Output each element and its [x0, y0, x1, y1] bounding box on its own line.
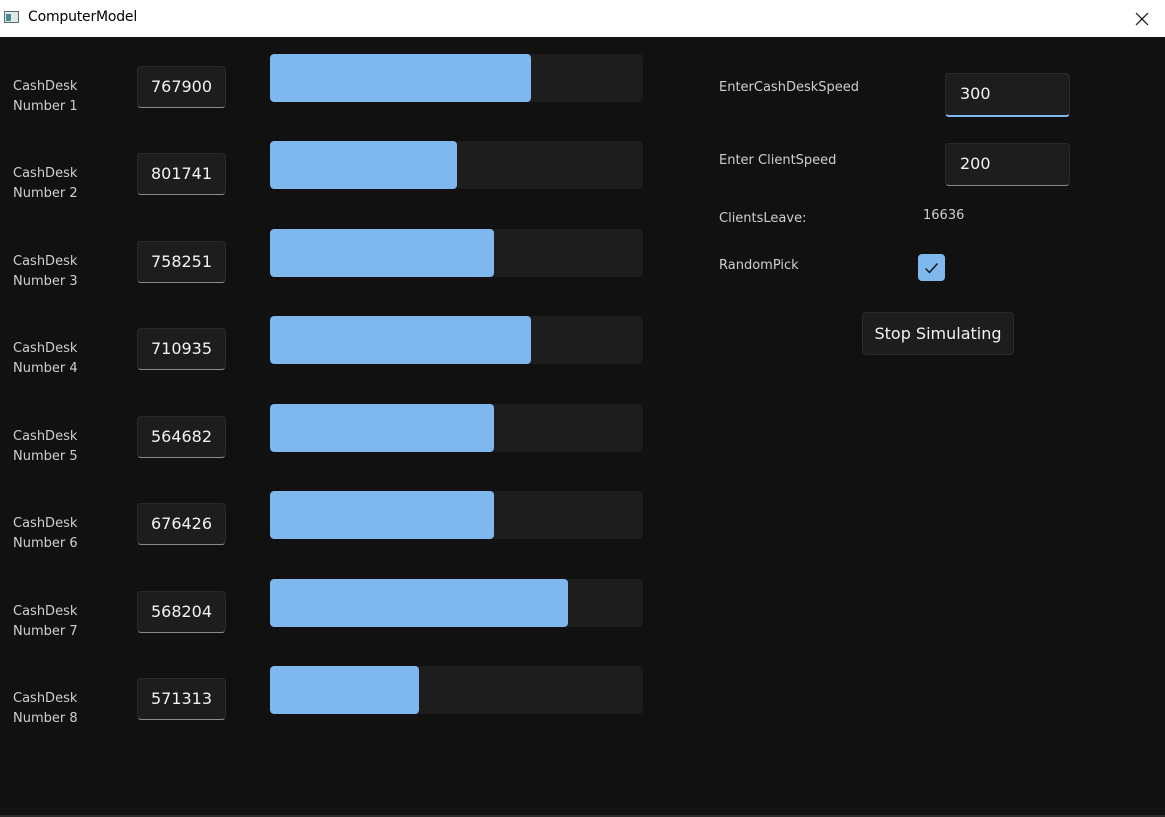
cash-desk-row-3: CashDesk Number 3 758251 [0, 229, 660, 312]
cash-desk-progress-bar [270, 666, 643, 714]
random-pick-checkbox[interactable] [918, 254, 945, 281]
cash-desk-progress-bar [270, 54, 643, 102]
close-button[interactable] [1119, 0, 1165, 37]
cashdesk-speed-input[interactable]: 300 [945, 73, 1070, 117]
window-title: ComputerModel [28, 9, 138, 25]
progress-fill [270, 666, 420, 714]
cash-desk-value: 758251 [137, 241, 226, 283]
cash-desk-value: 676426 [137, 503, 226, 545]
cash-desk-progress-bar [270, 316, 643, 364]
stop-simulating-button[interactable]: Stop Simulating [862, 312, 1014, 355]
progress-fill [270, 54, 532, 102]
progress-fill [270, 579, 569, 627]
cash-desk-progress-bar [270, 229, 643, 277]
cash-desk-progress-bar [270, 491, 643, 539]
cash-desk-value: 767900 [137, 66, 226, 108]
cash-desk-progress-bar [270, 404, 643, 452]
cash-desk-label: CashDesk Number 4 [13, 341, 78, 376]
cash-desk-label: CashDesk Number 2 [13, 166, 78, 201]
cash-desk-value: 564682 [137, 416, 226, 458]
cash-desk-row-6: CashDesk Number 6 676426 [0, 491, 660, 574]
cash-desk-value: 801741 [137, 153, 226, 195]
clients-leave-value: 16636 [923, 208, 965, 223]
cash-desk-label: CashDesk Number 5 [13, 429, 78, 464]
client-speed-label: Enter ClientSpeed [719, 153, 837, 168]
cash-desk-value: 710935 [137, 328, 226, 370]
cash-desk-row-4: CashDesk Number 4 710935 [0, 316, 660, 399]
cash-desk-label: CashDesk Number 6 [13, 516, 78, 551]
client-speed-input[interactable]: 200 [945, 143, 1070, 186]
cash-desk-label: CashDesk Number 8 [13, 691, 78, 726]
progress-fill [270, 316, 532, 364]
cash-desk-progress-bar [270, 579, 643, 627]
cash-desk-label: CashDesk Number 3 [13, 254, 78, 289]
checkmark-icon [925, 262, 939, 274]
cashdesk-speed-label: EnterCashDeskSpeed [719, 80, 860, 95]
random-pick-label: RandomPick [719, 258, 799, 273]
cash-desk-row-7: CashDesk Number 7 568204 [0, 579, 660, 662]
app-window-icon [4, 11, 19, 23]
cash-desk-value: 571313 [137, 678, 226, 720]
cash-desk-progress-bar [270, 141, 643, 189]
clients-leave-label: ClientsLeave: [719, 211, 807, 226]
cash-desk-row-1: CashDesk Number 1 767900 [0, 54, 660, 137]
progress-fill [270, 404, 494, 452]
cash-desk-label: CashDesk Number 7 [13, 604, 78, 639]
cash-desk-label: CashDesk Number 1 [13, 79, 78, 114]
title-bar: ComputerModel [0, 0, 1165, 37]
close-icon [1135, 12, 1149, 25]
cash-desk-value: 568204 [137, 591, 226, 633]
progress-fill [270, 229, 494, 277]
cash-desk-row-2: CashDesk Number 2 801741 [0, 141, 660, 224]
progress-fill [270, 491, 494, 539]
cash-desk-row-5: CashDesk Number 5 564682 [0, 404, 660, 487]
progress-fill [270, 141, 457, 189]
cash-desk-row-8: CashDesk Number 8 571313 [0, 666, 660, 749]
